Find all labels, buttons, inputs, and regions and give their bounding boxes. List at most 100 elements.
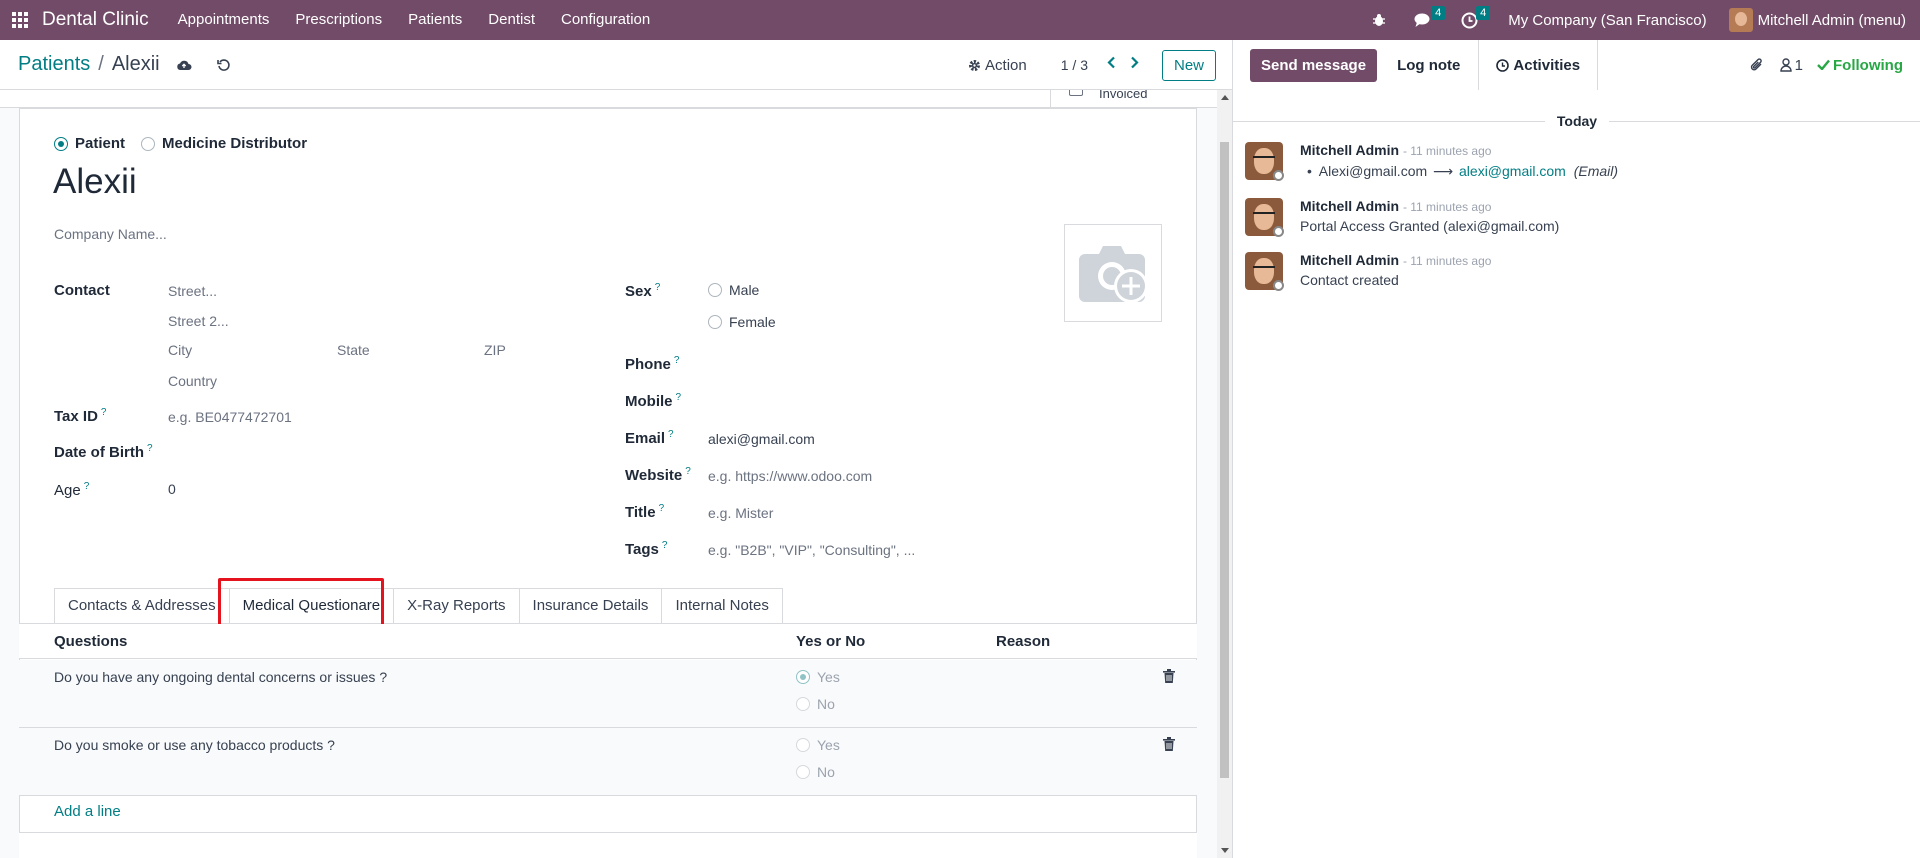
- trash-icon[interactable]: [1163, 669, 1175, 683]
- radio-no[interactable]: [796, 697, 810, 711]
- help-icon[interactable]: ?: [676, 392, 682, 403]
- radio-patient[interactable]: [54, 136, 68, 151]
- scroll-up-icon[interactable]: [1221, 95, 1229, 100]
- paperclip-icon[interactable]: [1750, 57, 1764, 73]
- tab-xray-reports[interactable]: X-Ray Reports: [394, 588, 520, 624]
- sex-female-option[interactable]: Female: [708, 314, 776, 330]
- table-row[interactable]: Do you have any ongoing dental concerns …: [19, 660, 1197, 728]
- company-switcher[interactable]: My Company (San Francisco): [1508, 12, 1706, 29]
- help-icon[interactable]: ?: [668, 429, 674, 440]
- message-body: Contact created: [1300, 272, 1399, 288]
- followers-count[interactable]: 1: [1795, 57, 1803, 74]
- menu-dentist[interactable]: Dentist: [475, 0, 548, 40]
- chatter-message: Mitchell Admin - 11 minutes ago • Alexi@…: [1245, 142, 1905, 186]
- new-record-button[interactable]: New: [1161, 49, 1216, 81]
- menu-configuration[interactable]: Configuration: [548, 0, 663, 40]
- menu-prescriptions[interactable]: Prescriptions: [282, 0, 395, 40]
- user-menu[interactable]: Mitchell Admin (menu): [1728, 8, 1920, 32]
- scrollbar-thumb[interactable]: [1220, 142, 1229, 778]
- radio-yes[interactable]: [796, 738, 810, 752]
- column-yes-or-no[interactable]: Yes or No: [796, 633, 865, 650]
- control-panel: Patients / Alexii Action 1 / 3 New: [0, 40, 1232, 90]
- date-of-birth-input[interactable]: [168, 442, 548, 462]
- invoiced-smart-button-area[interactable]: Invoiced: [1050, 90, 1197, 108]
- website-input[interactable]: e.g. https://www.odoo.com: [708, 468, 872, 484]
- title-input[interactable]: e.g. Mister: [708, 505, 773, 521]
- mobile-input[interactable]: [708, 391, 1188, 411]
- app-brand[interactable]: Dental Clinic: [42, 9, 149, 31]
- help-icon[interactable]: ?: [655, 282, 661, 293]
- answer-yes-option[interactable]: Yes: [796, 737, 840, 753]
- tab-insurance-details[interactable]: Insurance Details: [519, 588, 663, 624]
- following-button[interactable]: Following: [1817, 57, 1903, 74]
- breadcrumb-patients-link[interactable]: Patients: [18, 53, 90, 76]
- radio-no[interactable]: [796, 765, 810, 779]
- tracking-value-change: • Alexi@gmail.com ⟶ alexi@gmail.com (Ema…: [1307, 163, 1618, 180]
- help-icon[interactable]: ?: [674, 355, 680, 366]
- company-name-input[interactable]: Company Name...: [54, 226, 167, 242]
- date-separator: Today: [1233, 111, 1920, 131]
- chatter-panel: Send message Log note Activities 1 Follo…: [1232, 40, 1920, 858]
- message-author[interactable]: Mitchell Admin: [1300, 252, 1399, 268]
- country-input[interactable]: Country: [168, 373, 217, 389]
- column-questions[interactable]: Questions: [54, 633, 127, 650]
- radio-female[interactable]: [708, 315, 722, 329]
- log-note-button[interactable]: Log note: [1397, 57, 1460, 74]
- trash-icon[interactable]: [1163, 737, 1175, 751]
- scroll-down-icon[interactable]: [1221, 848, 1229, 853]
- state-input[interactable]: State: [337, 342, 370, 358]
- street-input[interactable]: Street...: [168, 283, 217, 299]
- help-icon[interactable]: ?: [662, 540, 668, 551]
- phone-input[interactable]: [708, 354, 1188, 374]
- help-icon[interactable]: ?: [147, 443, 153, 454]
- street2-input[interactable]: Street 2...: [168, 313, 229, 329]
- messages-icon[interactable]: 4: [1404, 0, 1446, 40]
- status-bar-edge: [0, 90, 1232, 108]
- save-cloud-icon[interactable]: [176, 57, 192, 73]
- radio-medicine-distributor[interactable]: [141, 136, 156, 151]
- radio-yes[interactable]: [796, 670, 810, 684]
- menu-patients[interactable]: Patients: [395, 0, 475, 40]
- activities-button[interactable]: Activities: [1478, 40, 1599, 90]
- column-reason[interactable]: Reason: [996, 633, 1050, 650]
- activities-clock-icon[interactable]: 4: [1451, 0, 1491, 40]
- apps-menu-icon[interactable]: [0, 0, 40, 40]
- form-scrollbar[interactable]: [1217, 90, 1232, 858]
- zip-input[interactable]: ZIP: [484, 342, 506, 358]
- tax-id-input[interactable]: e.g. BE0477472701: [168, 409, 292, 425]
- answer-yes-option[interactable]: Yes: [796, 669, 840, 685]
- pager-previous-icon[interactable]: [1107, 56, 1116, 74]
- radio-medicine-distributor-label[interactable]: Medicine Distributor: [162, 135, 307, 152]
- image-upload-field[interactable]: [1064, 224, 1162, 322]
- help-icon[interactable]: ?: [659, 503, 665, 514]
- radio-patient-label[interactable]: Patient: [75, 135, 125, 152]
- follower-user-icon[interactable]: [1779, 58, 1792, 72]
- add-line-link[interactable]: Add a line: [54, 803, 121, 820]
- table-row[interactable]: Do you smoke or use any tobacco products…: [19, 728, 1197, 796]
- action-menu-button[interactable]: Action: [968, 57, 1027, 74]
- message-author[interactable]: Mitchell Admin: [1300, 142, 1399, 158]
- debug-bug-icon[interactable]: [1362, 0, 1396, 40]
- tab-contacts-addresses[interactable]: Contacts & Addresses: [54, 588, 230, 624]
- menu-appointments[interactable]: Appointments: [165, 0, 283, 40]
- answer-no-option[interactable]: No: [796, 764, 835, 780]
- discard-undo-icon[interactable]: [216, 57, 232, 73]
- pager-value[interactable]: 1 / 3: [1061, 57, 1088, 73]
- radio-male[interactable]: [708, 283, 722, 297]
- email-input[interactable]: alexi@gmail.com: [708, 431, 815, 447]
- city-input[interactable]: City: [168, 342, 192, 358]
- user-name: Mitchell Admin (menu): [1757, 11, 1906, 29]
- tags-input[interactable]: e.g. "B2B", "VIP", "Consulting", ...: [708, 542, 915, 558]
- help-icon[interactable]: ?: [84, 481, 90, 492]
- send-message-button[interactable]: Send message: [1250, 48, 1378, 82]
- sex-male-option[interactable]: Male: [708, 282, 759, 298]
- help-icon[interactable]: ?: [685, 466, 691, 477]
- message-author[interactable]: Mitchell Admin: [1300, 198, 1399, 214]
- patient-name-field[interactable]: Alexii: [53, 162, 137, 202]
- pager-next-icon[interactable]: [1130, 56, 1139, 74]
- answer-no-option[interactable]: No: [796, 696, 835, 712]
- tab-internal-notes[interactable]: Internal Notes: [662, 588, 783, 624]
- chatter-topbar: Send message Log note Activities 1 Follo…: [1233, 40, 1920, 90]
- help-icon[interactable]: ?: [101, 407, 107, 418]
- notebook-tabs: Contacts & Addresses Medical Questionare…: [54, 588, 783, 624]
